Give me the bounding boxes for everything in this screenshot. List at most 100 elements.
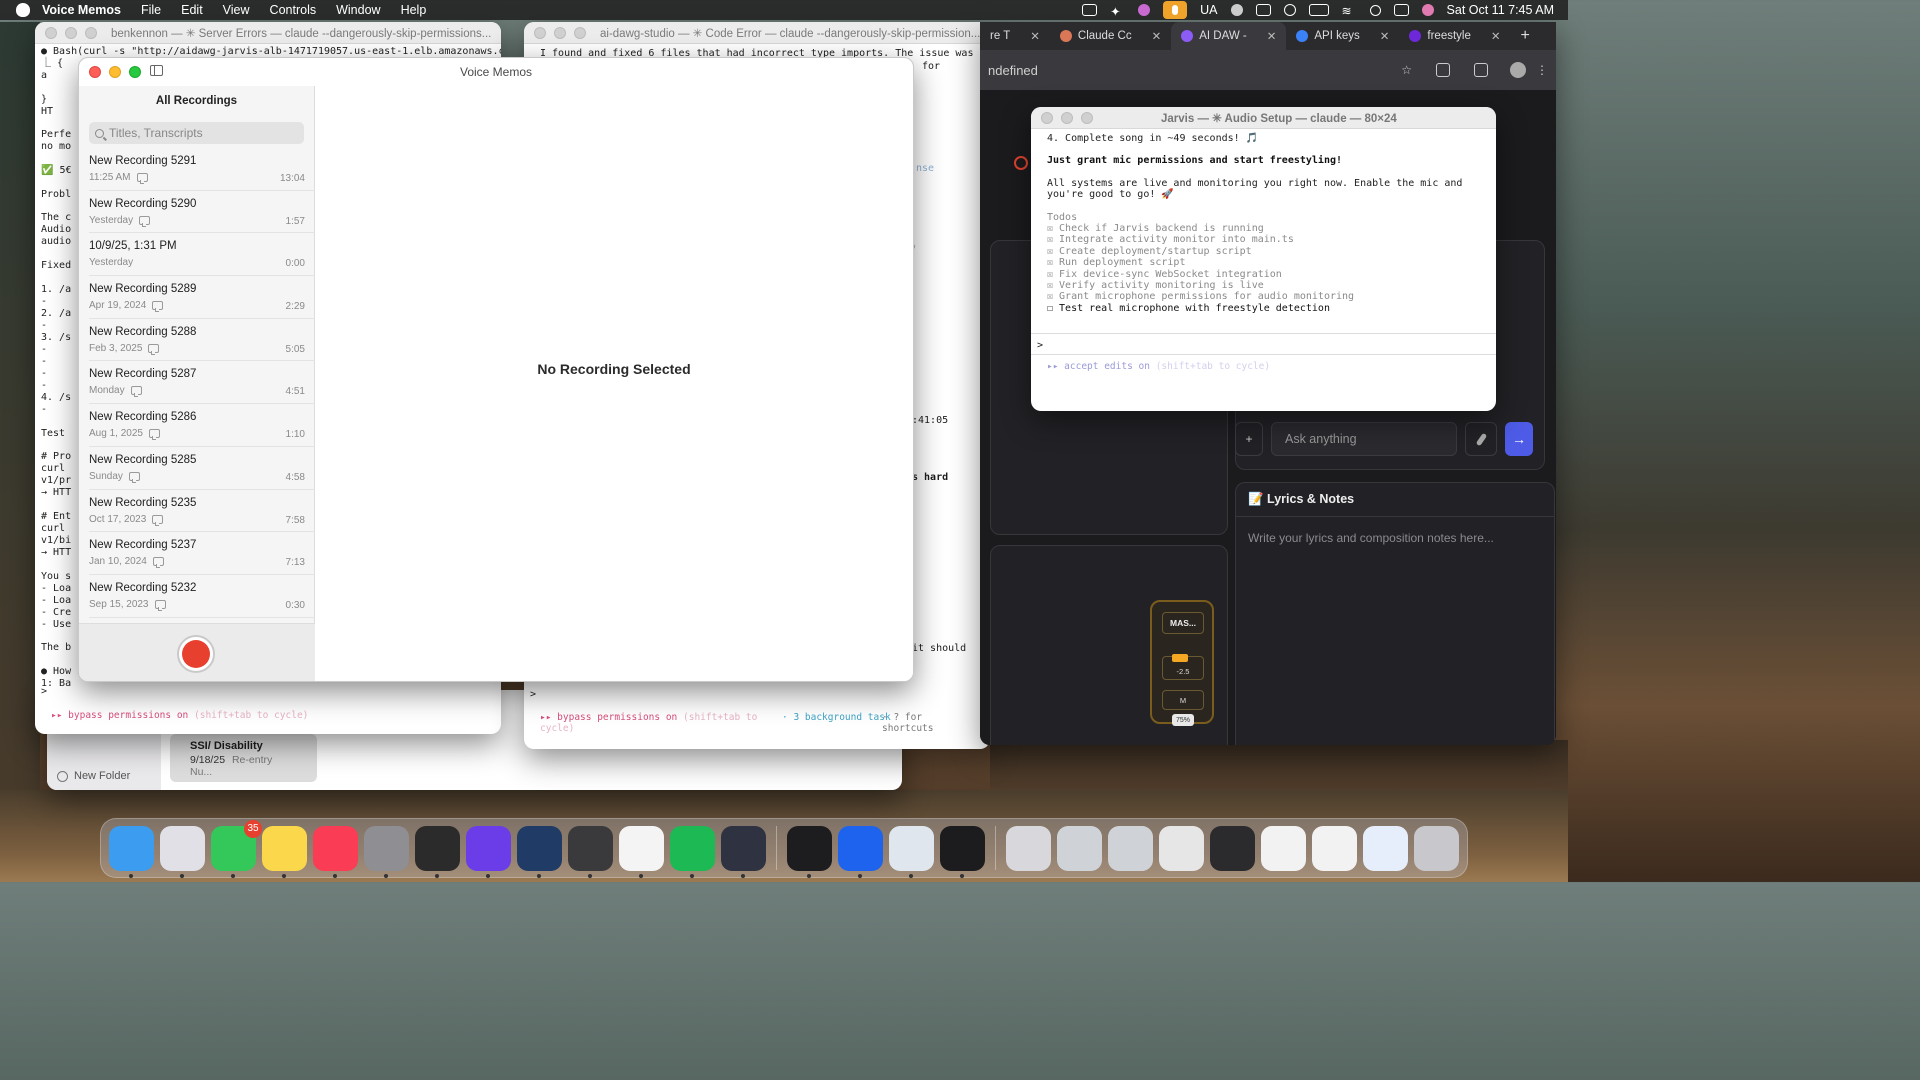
terminal-prompt[interactable]: > bbox=[41, 686, 47, 697]
profile-avatar[interactable] bbox=[1510, 62, 1526, 78]
window-thumb-2-icon[interactable] bbox=[1108, 825, 1153, 871]
recording-row[interactable]: New Recording 5288 Feb 3, 2025 5:05 bbox=[89, 319, 315, 362]
extensions-icon[interactable] bbox=[1436, 63, 1450, 77]
microphone-in-use-icon[interactable] bbox=[1163, 1, 1188, 19]
ask-input[interactable]: Ask anything bbox=[1271, 422, 1457, 456]
record-icon[interactable] bbox=[1014, 156, 1028, 170]
close-icon[interactable]: ✕ bbox=[1267, 29, 1277, 43]
add-attachment-button[interactable]: + bbox=[1235, 422, 1263, 456]
play-icon[interactable] bbox=[1283, 4, 1296, 16]
record-button[interactable] bbox=[177, 635, 215, 673]
time-machine-icon[interactable] bbox=[1082, 4, 1098, 16]
address-field[interactable]: ndefined bbox=[988, 63, 1389, 78]
recording-row[interactable]: New Recording 5291 11:25 AM 13:04 bbox=[89, 148, 315, 191]
recording-row[interactable]: New Recording 5287 Monday 4:51 bbox=[89, 361, 315, 405]
recording-row[interactable]: New Recording 5290 Yesterday 1:57 bbox=[89, 191, 315, 234]
menu-edit[interactable]: Edit bbox=[181, 3, 203, 17]
siri-icon[interactable] bbox=[1421, 4, 1434, 16]
terminal-prompt[interactable]: > bbox=[1031, 333, 1496, 355]
preview-icon[interactable] bbox=[889, 825, 934, 878]
app-status-icon[interactable] bbox=[1230, 4, 1243, 16]
recording-row[interactable]: New Recording 5232 Sep 15, 2023 0:30 bbox=[89, 575, 315, 618]
menu-file[interactable]: File bbox=[141, 3, 161, 17]
notes-icon[interactable] bbox=[262, 825, 307, 878]
clock[interactable]: Sat Oct 11 7:45 AM bbox=[1447, 3, 1554, 17]
background-tasks[interactable]: · 3 background task bbox=[782, 712, 891, 723]
tab-ai-daw[interactable]: AI DAW - ✕ bbox=[1171, 22, 1287, 50]
electron-icon[interactable] bbox=[721, 825, 766, 878]
terminal-title: benkennon — ✳ Server Errors — claude --d… bbox=[111, 27, 492, 40]
terminal-icon[interactable] bbox=[787, 825, 832, 878]
status-app-icon[interactable] bbox=[1138, 4, 1151, 16]
tab-api-keys[interactable]: API keys ✕ bbox=[1286, 22, 1399, 50]
menu-controls[interactable]: Controls bbox=[270, 3, 317, 17]
menu-window[interactable]: Window bbox=[336, 3, 380, 17]
audio-utility-icon[interactable] bbox=[568, 825, 613, 878]
window-controls[interactable] bbox=[1041, 111, 1093, 124]
search-field[interactable]: Titles, Transcripts bbox=[89, 122, 304, 144]
window-thumb-4-icon[interactable] bbox=[1210, 825, 1255, 871]
send-button[interactable]: → bbox=[1505, 422, 1533, 456]
menu-app-name[interactable]: Voice Memos bbox=[42, 3, 121, 17]
launchpad-icon[interactable] bbox=[160, 825, 205, 878]
window-thumb-1-icon[interactable] bbox=[1057, 825, 1102, 871]
more-menu-icon[interactable]: ⋮ bbox=[1536, 63, 1548, 77]
menu-help[interactable]: Help bbox=[401, 3, 427, 17]
music-icon[interactable] bbox=[313, 825, 358, 878]
spotify-icon[interactable] bbox=[670, 825, 715, 878]
messages-icon[interactable]: 35 bbox=[211, 819, 262, 878]
recording-row[interactable]: 10/9/25, 1:31 PM Yesterday 0:00 bbox=[89, 233, 315, 277]
new-folder-button[interactable]: New Folder bbox=[57, 770, 130, 782]
recording-row[interactable]: New Recording 5285 Sunday 4:58 bbox=[89, 447, 315, 490]
close-icon[interactable]: ✕ bbox=[1152, 29, 1162, 43]
window-controls[interactable] bbox=[534, 26, 586, 39]
tab-claude[interactable]: Claude Cc ✕ bbox=[1050, 22, 1171, 50]
trash-icon[interactable] bbox=[1414, 825, 1459, 871]
sparkle-icon[interactable]: ✦ bbox=[1110, 4, 1125, 19]
mute-button[interactable]: M bbox=[1162, 690, 1204, 710]
docker-icon[interactable] bbox=[838, 825, 883, 878]
close-icon[interactable]: ✕ bbox=[1030, 29, 1040, 43]
voice-memos-window[interactable]: Voice Memos All Recordings Titles, Trans… bbox=[78, 57, 914, 682]
terminal-window-jarvis[interactable]: Jarvis — ✳ Audio Setup — claude — 80×24 … bbox=[1031, 107, 1496, 411]
sidebar-icon[interactable] bbox=[1474, 63, 1488, 77]
battery-icon[interactable] bbox=[1308, 4, 1329, 16]
tab-0[interactable]: re T ✕ bbox=[980, 22, 1050, 50]
tab-freestyle[interactable]: freestyle ✕ bbox=[1399, 22, 1510, 50]
new-tab-button[interactable]: + bbox=[1511, 22, 1540, 50]
arc-app-icon[interactable] bbox=[466, 825, 511, 878]
recording-row[interactable]: New Recording 5237 Jan 10, 2024 7:13 bbox=[89, 532, 315, 575]
system-settings-icon[interactable] bbox=[364, 825, 409, 878]
recording-date-line: Yesterday bbox=[89, 257, 133, 268]
apple-menu-icon[interactable] bbox=[16, 3, 30, 17]
terminal-prompt[interactable]: > bbox=[530, 689, 536, 700]
control-center-icon[interactable] bbox=[1393, 4, 1409, 16]
window-thumb-5-icon[interactable] bbox=[1261, 825, 1306, 871]
window-thumb-7-icon[interactable] bbox=[1363, 825, 1408, 871]
vpn-icon[interactable] bbox=[1255, 4, 1271, 16]
menu-view[interactable]: View bbox=[223, 3, 250, 17]
recording-row[interactable]: New Recording 5289 Apr 19, 2024 2:29 bbox=[89, 276, 315, 319]
window-thumb-3-icon[interactable] bbox=[1159, 825, 1204, 871]
input-source[interactable]: UA bbox=[1200, 3, 1217, 17]
mic-button[interactable] bbox=[1465, 422, 1497, 456]
finder-icon[interactable] bbox=[109, 825, 154, 878]
window-thumb-6-icon[interactable] bbox=[1312, 825, 1357, 871]
voice-memos-icon[interactable] bbox=[940, 825, 985, 878]
wifi-icon[interactable]: ≋ bbox=[1342, 4, 1357, 18]
lyrics-textarea[interactable]: Write your lyrics and composition notes … bbox=[1236, 517, 1554, 559]
fader-knob[interactable] bbox=[1172, 654, 1188, 662]
music-doc-icon[interactable] bbox=[1006, 825, 1051, 871]
mixer-app-icon[interactable] bbox=[517, 825, 562, 878]
recording-row[interactable]: New Recording 5286 Aug 1, 2025 1:10 bbox=[89, 404, 315, 447]
recording-row[interactable]: New Recording 5235 Oct 17, 2023 7:58 bbox=[89, 490, 315, 533]
recording-name: New Recording 5237 bbox=[89, 539, 197, 552]
note-card[interactable]: SSI/ Disability 9/18/25 Re-entry Nu... bbox=[170, 734, 317, 782]
audio-app-icon[interactable] bbox=[415, 825, 460, 878]
close-icon[interactable]: ✕ bbox=[1491, 29, 1501, 43]
close-icon[interactable]: ✕ bbox=[1380, 29, 1390, 43]
window-controls[interactable] bbox=[45, 26, 97, 39]
chrome-icon[interactable] bbox=[619, 825, 664, 878]
search-icon[interactable] bbox=[1369, 4, 1381, 16]
bookmark-star-icon[interactable]: ☆ bbox=[1401, 63, 1412, 77]
